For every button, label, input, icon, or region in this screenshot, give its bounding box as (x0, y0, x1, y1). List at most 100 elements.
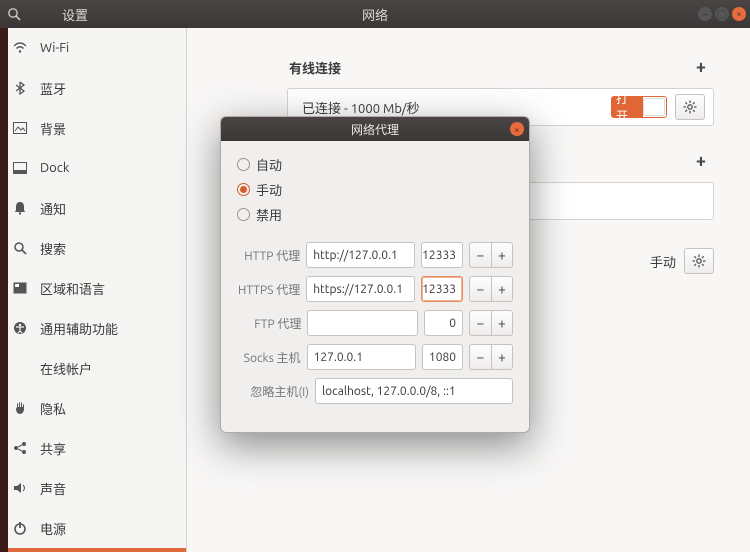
speaker-icon (12, 482, 28, 494)
stepper-minus[interactable]: − (469, 310, 491, 336)
sidebar-item-label: 通知 (40, 199, 66, 218)
ftp-port-input[interactable]: 0 (424, 310, 463, 336)
window-header: 设置 网络 – ▢ × (0, 0, 750, 28)
search-icon (7, 7, 21, 21)
proxy-mode-label: 手动 (650, 252, 676, 271)
stepper-minus[interactable]: − (469, 276, 491, 302)
https-port-stepper: − + (469, 276, 513, 302)
stepper-minus[interactable]: − (469, 344, 491, 370)
gear-icon (692, 254, 706, 268)
gear-icon (683, 100, 697, 114)
socks-port-stepper: − + (469, 344, 513, 370)
sidebar-item-wifi[interactable]: Wi-Fi (0, 28, 186, 68)
sidebar-item-network[interactable]: 网络 (0, 548, 186, 552)
wifi-icon (12, 41, 28, 55)
toggle-knob (643, 98, 665, 116)
sidebar-item-label: 区域和语言 (40, 279, 105, 298)
https-port-input[interactable]: 12333 (421, 276, 463, 302)
sidebar-item-sharing[interactable]: 共享 (0, 428, 186, 468)
sidebar-item-label: Wi-Fi (40, 41, 69, 55)
dialog-close-button[interactable]: × (510, 122, 524, 136)
radio-icon (237, 208, 250, 221)
sidebar-item-search[interactable]: 搜索 (0, 228, 186, 268)
sidebar-item-region[interactable]: 区域和语言 (0, 268, 186, 308)
sidebar-item-label: 声音 (40, 479, 66, 498)
sidebar-item-label: Dock (40, 161, 69, 175)
ignore-hosts-row: 忽略主机(I) localhost, 127.0.0.0/8, ::1 (237, 378, 513, 404)
socks-host-input[interactable]: 127.0.0.1 (307, 344, 416, 370)
wired-settings-button[interactable] (675, 94, 705, 120)
a11y-icon (12, 321, 28, 335)
hand-icon (12, 401, 28, 415)
sidebar-item-accounts[interactable]: 在线帐户 (0, 348, 186, 388)
sidebar-item-label: 共享 (40, 439, 66, 458)
https-proxy-row: HTTPS 代理 https://127.0.0.1 12333 − + (237, 276, 513, 302)
add-wired-button[interactable]: + (690, 56, 712, 78)
ftp-port-stepper: − + (469, 310, 513, 336)
radio-auto[interactable]: 自动 (237, 155, 513, 174)
socks-port-input[interactable]: 1080 (422, 344, 463, 370)
settings-sidebar: Wi-Fi 蓝牙 背景 Dock 通知 搜索 区域和语言 通用辅助功能 (0, 28, 187, 552)
field-label: 忽略主机(I) (237, 383, 309, 400)
socks-proxy-row: Socks 主机 127.0.0.1 1080 − + (237, 344, 513, 370)
sidebar-item-privacy[interactable]: 隐私 (0, 388, 186, 428)
proxy-mode-radio-group: 自动 手动 禁用 (237, 155, 513, 224)
sidebar-item-notifications[interactable]: 通知 (0, 188, 186, 228)
toggle-label: 打开 (612, 97, 643, 117)
radio-icon (237, 158, 250, 171)
sidebar-item-sound[interactable]: 声音 (0, 468, 186, 508)
ignore-hosts-input[interactable]: localhost, 127.0.0.0/8, ::1 (315, 378, 513, 404)
background-icon (12, 122, 28, 134)
network-proxy-dialog: 网络代理 × 自动 手动 禁用 HTTP 代理 http://127.0.0.1… (220, 116, 530, 433)
sidebar-item-label: 在线帐户 (40, 359, 92, 378)
sidebar-item-bluetooth[interactable]: 蓝牙 (0, 68, 186, 108)
stepper-plus[interactable]: + (491, 310, 513, 336)
http-host-input[interactable]: http://127.0.0.1 (306, 242, 415, 268)
sidebar-item-label: 蓝牙 (40, 79, 66, 98)
bell-icon (12, 201, 28, 215)
wired-toggle[interactable]: 打开 (611, 96, 667, 118)
add-vpn-button[interactable]: + (690, 150, 712, 172)
power-icon (12, 521, 28, 535)
http-port-stepper: − + (469, 242, 513, 268)
radio-icon (237, 183, 250, 196)
header-search-button[interactable] (0, 0, 28, 28)
ftp-proxy-row: FTP 代理 0 − + (237, 310, 513, 336)
sidebar-item-power[interactable]: 电源 (0, 508, 186, 548)
http-port-input[interactable]: 12333 (421, 242, 463, 268)
radio-label: 手动 (256, 180, 282, 199)
radio-manual[interactable]: 手动 (237, 180, 513, 199)
sidebar-item-background[interactable]: 背景 (0, 108, 186, 148)
radio-label: 自动 (256, 155, 282, 174)
search-icon (12, 241, 28, 255)
ftp-host-input[interactable] (307, 310, 418, 336)
page-title: 网络 (362, 5, 388, 24)
window-minimize-button[interactable]: – (698, 7, 712, 21)
sidebar-item-label: 通用辅助功能 (40, 319, 118, 338)
sidebar-item-dock[interactable]: Dock (0, 148, 186, 188)
window-close-button[interactable]: × (732, 7, 746, 21)
stepper-plus[interactable]: + (491, 276, 513, 302)
dock-icon (12, 162, 28, 174)
wired-section: 有线连接 + 已连接 - 1000 Mb/秒 打开 (287, 52, 714, 126)
radio-disabled[interactable]: 禁用 (237, 205, 513, 224)
region-icon (12, 282, 28, 294)
sidebar-item-label: 隐私 (40, 399, 66, 418)
field-label: HTTPS 代理 (237, 281, 300, 298)
field-label: HTTP 代理 (237, 247, 300, 264)
field-label: FTP 代理 (237, 315, 301, 332)
proxy-settings-button[interactable] (684, 248, 714, 274)
desktop-launcher-strip (0, 0, 8, 552)
sidebar-item-a11y[interactable]: 通用辅助功能 (0, 308, 186, 348)
bluetooth-icon (12, 81, 28, 95)
stepper-minus[interactable]: − (469, 242, 491, 268)
dialog-titlebar: 网络代理 × (221, 117, 529, 141)
https-host-input[interactable]: https://127.0.0.1 (306, 276, 415, 302)
window-maximize-button[interactable]: ▢ (715, 7, 729, 21)
field-label: Socks 主机 (237, 349, 301, 366)
wired-status-text: 已连接 - 1000 Mb/秒 (302, 98, 603, 117)
dialog-title-text: 网络代理 (351, 121, 399, 138)
stepper-plus[interactable]: + (491, 242, 513, 268)
stepper-plus[interactable]: + (491, 344, 513, 370)
wired-section-title: 有线连接 (289, 58, 341, 77)
